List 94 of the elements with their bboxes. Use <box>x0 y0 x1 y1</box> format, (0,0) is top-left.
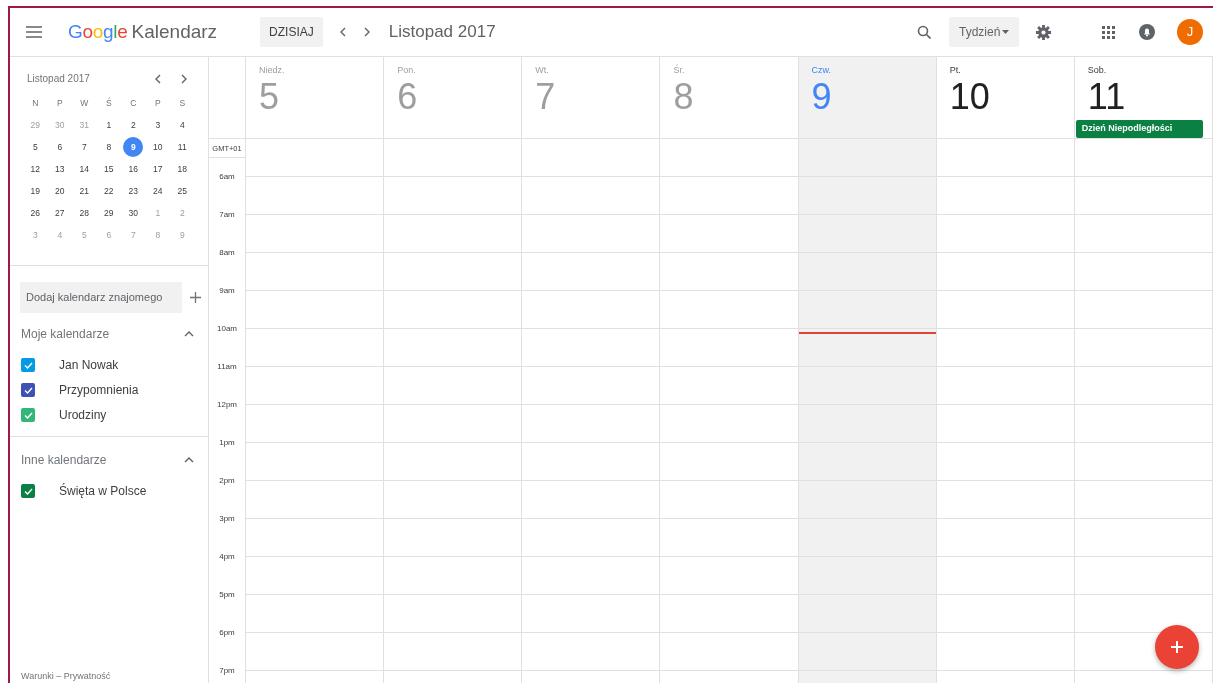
footer-links[interactable]: Warunki – Prywatność <box>21 669 111 683</box>
weekday-label: P <box>56 97 63 110</box>
weekday-label: S <box>179 97 186 110</box>
section-title: Moje kalendarze <box>21 325 111 343</box>
calendar-day[interactable]: 15 <box>98 159 119 180</box>
weekday-label: W <box>80 97 89 110</box>
period-title: Listopad 2017 <box>388 21 496 44</box>
weekday-label: Niedz. <box>259 64 286 78</box>
apps-grid-icon[interactable] <box>1102 25 1115 39</box>
hour-label: 6am <box>219 171 235 184</box>
search-icon[interactable] <box>917 25 931 40</box>
hour-label: 10am <box>217 323 237 336</box>
weekday-label: Pon. <box>397 64 417 78</box>
hour-label: 6pm <box>219 627 235 640</box>
all-day-event[interactable]: Dzień Niepodległości <box>1075 120 1203 138</box>
collapse-icon[interactable] <box>184 329 194 338</box>
calendar-day[interactable]: 22 <box>98 181 119 202</box>
weekday-label: N <box>32 97 39 110</box>
calendar-day[interactable]: 1 <box>98 115 119 136</box>
calendar-day[interactable]: 23 <box>123 181 144 202</box>
calendar-day[interactable]: 21 <box>74 181 95 202</box>
day-number[interactable]: 11 <box>1087 77 1126 116</box>
hour-label: 7pm <box>219 665 235 678</box>
calendar-day[interactable]: 25 <box>172 181 193 202</box>
menu-icon[interactable] <box>26 26 42 39</box>
calendar-day[interactable]: 7 <box>74 137 95 158</box>
section-title: Inne kalendarze <box>21 451 108 469</box>
previous-icon[interactable] <box>154 73 162 84</box>
add-calendar-field[interactable]: Dodaj kalendarz znajomego <box>20 282 182 313</box>
checkbox[interactable] <box>21 408 35 423</box>
calendar-day[interactable]: 9 <box>123 137 144 158</box>
app-title: Kalendarz <box>131 19 218 44</box>
view-dropdown[interactable]: Tydzień <box>949 17 1019 48</box>
hour-label: 3pm <box>219 513 235 526</box>
calendar-day[interactable]: 8 <box>98 137 119 158</box>
hour-label: 4pm <box>219 551 235 564</box>
logo: Google <box>68 19 128 44</box>
next-icon[interactable] <box>362 27 371 38</box>
calendar-day[interactable]: 28 <box>74 203 95 224</box>
hour-label: 12pm <box>217 399 237 412</box>
checkbox[interactable] <box>21 358 35 373</box>
calendar-day[interactable]: 16 <box>123 159 144 180</box>
calendar-day[interactable]: 6 <box>49 137 70 158</box>
hour-label: 1pm <box>219 437 235 450</box>
calendar-day[interactable]: 27 <box>49 203 70 224</box>
weekday-label: Czw. <box>811 64 833 78</box>
weekday-label: Pt. <box>949 64 962 78</box>
checkbox[interactable] <box>21 484 35 499</box>
weekday-label: Wt. <box>535 64 550 78</box>
calendar-day[interactable]: 2 <box>123 115 144 136</box>
calendar-day[interactable]: 20 <box>49 181 70 202</box>
hour-label: 7am <box>219 209 235 222</box>
month-title: Listopad 2017 <box>27 72 91 87</box>
calendar-day[interactable]: 14 <box>74 159 95 180</box>
settings-icon[interactable] <box>1035 23 1052 41</box>
calendar-day[interactable]: 29 <box>98 203 119 224</box>
calendar-name: Przypomnienia <box>59 382 139 400</box>
calendar-day[interactable]: 4 <box>172 115 193 136</box>
calendar-day[interactable]: 17 <box>147 159 168 180</box>
weekday-label: Ś <box>105 97 112 110</box>
hour-label: 2pm <box>219 475 235 488</box>
weekday-label: P <box>154 97 161 110</box>
weekday-label: Śr. <box>673 64 686 78</box>
hour-label: 5pm <box>219 589 235 602</box>
day-number[interactable]: 10 <box>949 77 990 116</box>
calendar-day[interactable]: 10 <box>147 137 168 158</box>
calendar-day[interactable]: 30 <box>123 203 144 224</box>
calendar-day[interactable]: 18 <box>172 159 193 180</box>
hour-label: 8am <box>219 247 235 260</box>
calendar-day[interactable]: 11 <box>172 137 193 158</box>
collapse-icon[interactable] <box>184 455 194 464</box>
calendar-name: Jan Nowak <box>59 357 119 375</box>
next-icon[interactable] <box>180 73 188 84</box>
hour-label: 11am <box>217 361 237 374</box>
add-event-button[interactable] <box>1155 625 1199 669</box>
plus-icon[interactable] <box>190 292 201 304</box>
calendar-day[interactable]: 26 <box>25 203 46 224</box>
today-button[interactable]: DZISIAJ <box>260 17 323 48</box>
calendar-name: Urodziny <box>59 407 107 425</box>
previous-icon[interactable] <box>338 27 347 38</box>
calendar-name: Święta w Polsce <box>59 482 147 501</box>
calendar-day[interactable]: 24 <box>147 181 168 202</box>
calendar-day[interactable]: 5 <box>25 137 46 158</box>
calendar-day[interactable]: 19 <box>25 181 46 202</box>
checkbox[interactable] <box>21 383 35 398</box>
plus-icon <box>1169 639 1185 655</box>
weekday-label: C <box>130 97 137 110</box>
caret-icon <box>1002 30 1009 35</box>
calendar-day[interactable]: 13 <box>49 159 70 180</box>
hour-label: 9am <box>219 285 235 298</box>
weekday-label: Sob. <box>1087 64 1108 78</box>
bell-icon[interactable] <box>1139 24 1155 41</box>
calendar-day[interactable]: 3 <box>147 115 168 136</box>
calendar-day[interactable]: 12 <box>25 159 46 180</box>
